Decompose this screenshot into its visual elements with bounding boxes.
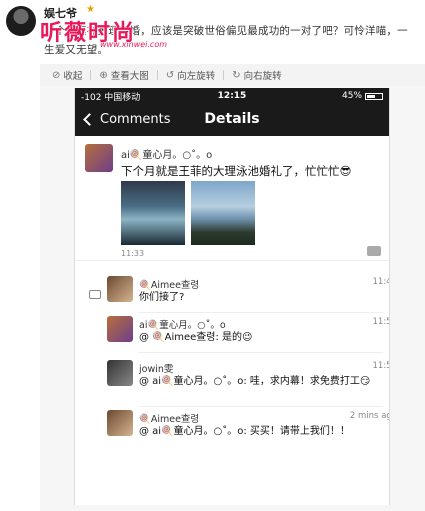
commenter-avatar[interactable]: [107, 316, 133, 342]
commenter-name[interactable]: 🍭Aimee查령: [139, 411, 199, 425]
nav-title: Details: [204, 111, 260, 127]
comment-item: 🍭Aimee查령 2 mins ago @ ai🍭童心月。○˚。o: 买买！请带…: [107, 410, 389, 450]
moment-photo-pool[interactable]: [121, 181, 185, 245]
rotate-left-label: 向左旋转: [177, 71, 216, 82]
comment-text: @ ai🍭童心月。○˚。o: 买买！请带上我们！！: [139, 426, 350, 437]
battery-indicator: 45%: [282, 91, 384, 101]
commenter-name[interactable]: 🍭Aimee查령: [139, 277, 199, 291]
comment-divider: [139, 352, 383, 353]
minimize-icon: ⊘: [52, 69, 61, 81]
comment-time: 11:41: [372, 277, 390, 287]
commenter-avatar[interactable]: [107, 276, 133, 302]
comment-item: ai🍭童心月。○˚。o 11:55 @ 🍭Aimee查령: 是的😉: [107, 316, 390, 356]
comment-text: @ 🍭Aimee查령: 是的😉: [139, 332, 253, 343]
toolbar-divider: [223, 70, 225, 80]
comment-time: 11:55: [372, 317, 390, 327]
commenter-avatar[interactable]: [107, 360, 133, 386]
comment-bubble-icon: [89, 290, 101, 299]
phone-navbar: Comments Details: [75, 104, 389, 136]
commenter-name[interactable]: ai🍭童心月。○˚。o: [139, 317, 226, 331]
rotate-left-icon: ↺: [165, 69, 175, 81]
battery-icon: [365, 92, 384, 100]
comment-time: 11:59: [372, 361, 390, 371]
poster-avatar[interactable]: [85, 144, 113, 172]
collapse-label: 收起: [63, 71, 83, 82]
vip-badge-icon: ★: [86, 4, 95, 15]
comment-item: 🍭Aimee查령 11:41 你们接了?: [107, 276, 390, 316]
poster-name[interactable]: ai🍭童心月。○˚。o: [121, 146, 212, 161]
view-large-label: 查看大图: [110, 71, 149, 82]
comment-divider: [139, 312, 383, 313]
phone-screenshot: -102 中国移动 12:15 45% Comments Details ai🍭…: [74, 88, 390, 505]
watermark-url: www.xinwei.com: [100, 40, 168, 49]
carrier-text: -102 中国移动: [81, 92, 141, 103]
author-avatar[interactable]: [6, 6, 36, 36]
rotate-left-button[interactable]: ↺ 向左旋转: [165, 68, 223, 83]
moment-post: ai🍭童心月。○˚。o 下个月就是王菲的大理泳池婚礼了，忙忙忙😎 11:33: [75, 136, 389, 261]
rotate-right-icon: ↻: [232, 69, 241, 81]
comment-time: 2 mins ago: [349, 411, 389, 421]
phone-status-bar: -102 中国移动 12:15 45%: [75, 88, 389, 104]
rotate-right-button[interactable]: ↻ 向右旋转: [232, 68, 289, 83]
comment-text: 你们接了?: [139, 292, 185, 303]
view-large-button[interactable]: ⊕ 查看大图: [99, 68, 156, 83]
clock-text: 12:15: [217, 91, 247, 101]
comment-text: @ ai🍭童心月。○˚。o: 哇，求内幕！求免费打工😏: [139, 376, 371, 387]
weibo-post: 娱七爷 ★ 下个月真在大理结婚，应该是突破世俗偏见最成功的一对了吧？可怜洋喵，一…: [0, 0, 425, 511]
image-toolbar: ⊘ 收起 ⊕ 查看大图 ↺ 向左旋转 ↻ 向右旋转: [40, 64, 425, 86]
moment-time: 11:33: [121, 249, 145, 258]
comment-action-icon[interactable]: [367, 246, 381, 256]
moment-photo-lake[interactable]: [191, 181, 255, 245]
magnify-icon: ⊕: [99, 69, 108, 81]
collapse-button[interactable]: ⊘ 收起: [52, 68, 90, 83]
moment-text: 下个月就是王菲的大理泳池婚礼了，忙忙忙😎: [121, 164, 352, 178]
comment-item: jowin雯 11:59 @ ai🍭童心月。○˚。o: 哇，求内幕！求免费打工😏: [107, 360, 390, 406]
toolbar-divider: [156, 70, 158, 80]
battery-percent: 45%: [342, 91, 363, 101]
commenter-avatar[interactable]: [107, 410, 133, 436]
rotate-right-label: 向右旋转: [243, 71, 282, 82]
toolbar-divider: [90, 70, 92, 80]
commenter-name[interactable]: jowin雯: [139, 361, 173, 375]
comment-divider: [139, 406, 383, 407]
